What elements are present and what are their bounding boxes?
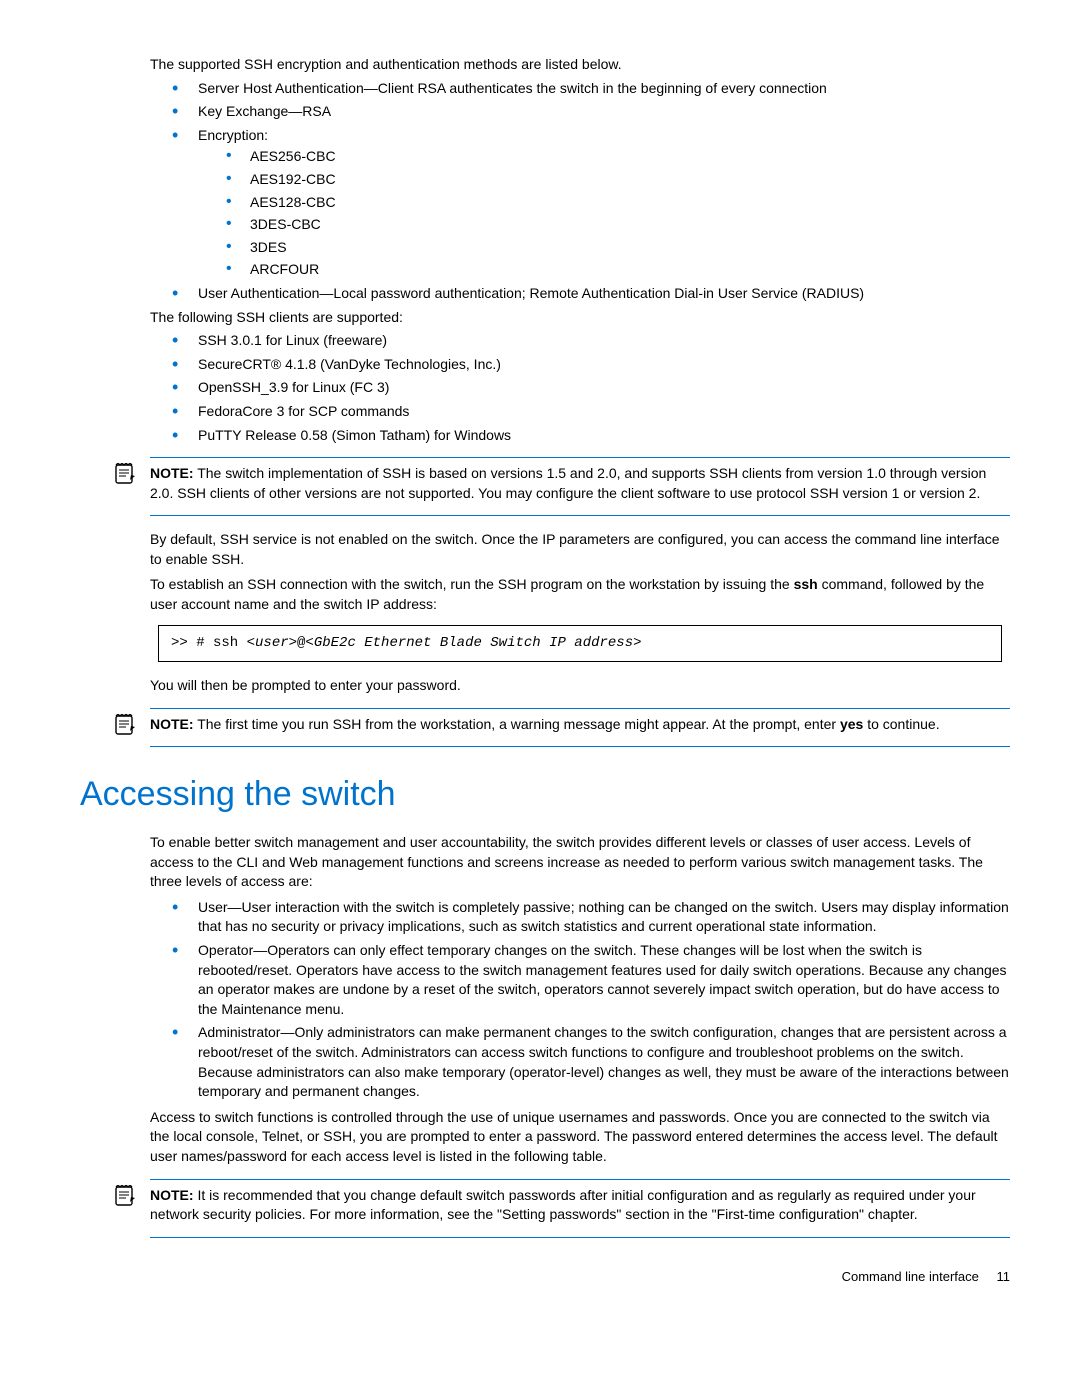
code-text: >@< xyxy=(289,635,314,651)
note-block: NOTE: It is recommended that you change … xyxy=(150,1179,1010,1238)
section-heading: Accessing the switch xyxy=(40,771,1040,819)
list-item: AES128-CBC xyxy=(226,193,1010,213)
code-text: >> # ssh < xyxy=(171,635,255,651)
page-content: The supported SSH encryption and authent… xyxy=(40,55,1040,747)
list-item: Operator—Operators can only effect tempo… xyxy=(170,941,1010,1019)
list-item: OpenSSH_3.9 for Linux (FC 3) xyxy=(170,378,1010,398)
intro-paragraph: The supported SSH encryption and authent… xyxy=(150,55,1010,75)
page-number: 11 xyxy=(997,1269,1011,1284)
note-body: It is recommended that you change defaul… xyxy=(150,1187,976,1223)
code-text: > xyxy=(633,635,641,651)
note-icon xyxy=(112,462,136,484)
list-item: User—User interaction with the switch is… xyxy=(170,898,1010,937)
list-item: FedoraCore 3 for SCP commands xyxy=(170,402,1010,422)
paragraph: To enable better switch management and u… xyxy=(150,833,1010,892)
list-item: User Authentication—Local password authe… xyxy=(170,284,1010,304)
code-block: >> # ssh <user>@<GbE2c Ethernet Blade Sw… xyxy=(158,625,1002,663)
note-text: NOTE: The first time you run SSH from th… xyxy=(150,715,1010,735)
list-item: 3DES-CBC xyxy=(226,215,1010,235)
code-italic: user xyxy=(255,635,289,651)
code-italic: GbE2c Ethernet Blade Switch IP address xyxy=(314,635,633,651)
footer-section: Command line interface xyxy=(842,1269,979,1284)
list-item: AES256-CBC xyxy=(226,147,1010,167)
note-label: NOTE: xyxy=(150,716,194,732)
clients-list: SSH 3.0.1 for Linux (freeware) SecureCRT… xyxy=(150,331,1010,445)
encryption-label: Encryption: xyxy=(198,127,268,143)
clients-intro: The following SSH clients are supported: xyxy=(150,308,1010,328)
list-item: 3DES xyxy=(226,238,1010,258)
methods-list: Server Host Authentication—Client RSA au… xyxy=(150,79,1010,304)
paragraph: Access to switch functions is controlled… xyxy=(150,1108,1010,1167)
note-block: NOTE: The switch implementation of SSH i… xyxy=(150,457,1010,516)
paragraph: To establish an SSH connection with the … xyxy=(150,575,1010,614)
list-item: AES192-CBC xyxy=(226,170,1010,190)
paragraph: You will then be prompted to enter your … xyxy=(150,676,1010,696)
access-levels-list: User—User interaction with the switch is… xyxy=(150,898,1010,1102)
page-content: To enable better switch management and u… xyxy=(40,833,1040,1238)
list-item: Server Host Authentication—Client RSA au… xyxy=(170,79,1010,99)
note-text: NOTE: The switch implementation of SSH i… xyxy=(150,464,1010,503)
list-item: SecureCRT® 4.1.8 (VanDyke Technologies, … xyxy=(170,355,1010,375)
list-item: Administrator—Only administrators can ma… xyxy=(170,1023,1010,1101)
encryption-list: AES256-CBC AES192-CBC AES128-CBC 3DES-CB… xyxy=(198,147,1010,280)
note-block: NOTE: The first time you run SSH from th… xyxy=(150,708,1010,748)
list-item: PuTTY Release 0.58 (Simon Tatham) for Wi… xyxy=(170,426,1010,446)
note-body: The first time you run SSH from the work… xyxy=(194,716,840,732)
list-item: Encryption: AES256-CBC AES192-CBC AES128… xyxy=(170,126,1010,280)
note-body: The switch implementation of SSH is base… xyxy=(150,465,986,501)
paragraph: By default, SSH service is not enabled o… xyxy=(150,530,1010,569)
note-icon xyxy=(112,1184,136,1206)
note-body: to continue. xyxy=(863,716,939,732)
list-item: SSH 3.0.1 for Linux (freeware) xyxy=(170,331,1010,351)
list-item: ARCFOUR xyxy=(226,260,1010,280)
bold-text: yes xyxy=(840,716,863,732)
note-text: NOTE: It is recommended that you change … xyxy=(150,1186,1010,1225)
note-label: NOTE: xyxy=(150,1187,194,1203)
note-icon xyxy=(112,713,136,735)
page-footer: Command line interface 11 xyxy=(40,1268,1040,1286)
note-label: NOTE: xyxy=(150,465,194,481)
list-item: Key Exchange—RSA xyxy=(170,102,1010,122)
text-run: To establish an SSH connection with the … xyxy=(150,576,794,592)
bold-text: ssh xyxy=(794,576,818,592)
